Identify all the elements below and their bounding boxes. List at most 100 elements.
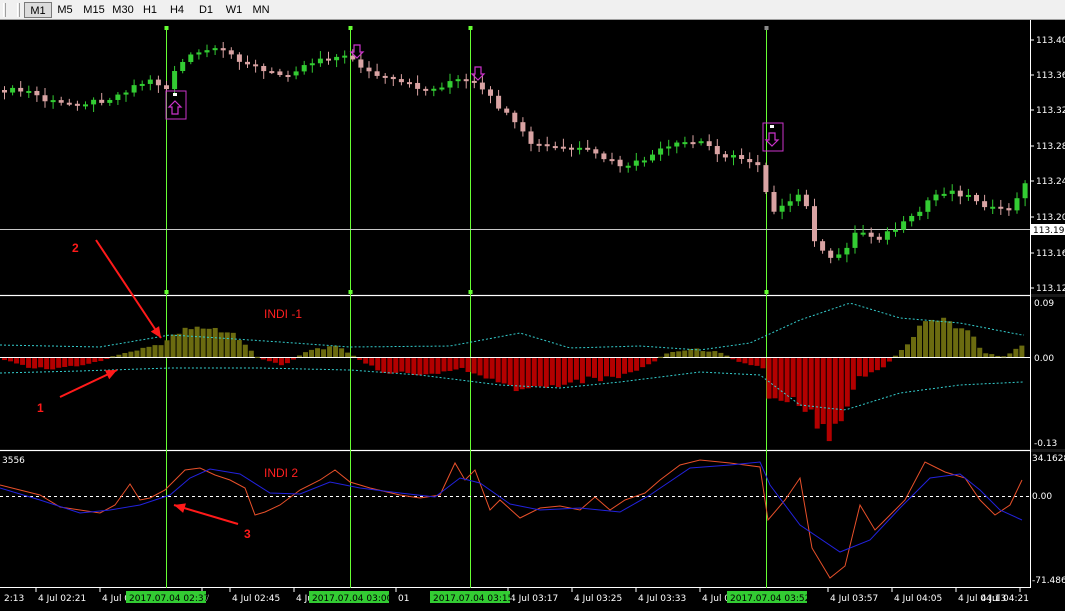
histogram-bar-negative [778,358,784,401]
candle-bear [374,71,380,76]
candle-bear [155,79,161,86]
toolbar-grip[interactable] [17,3,20,17]
time-label: 4 Jul 03:17 [510,594,558,604]
candle-bear [690,142,696,145]
tf-w1-button[interactable]: W1 [220,2,248,18]
candle-bull [884,231,890,240]
tf-d1-button[interactable]: D1 [192,2,220,18]
buy-signal-arrow-icon[interactable] [165,90,187,120]
candle-bull [447,81,453,88]
candle-bull [131,85,137,93]
toolbar-grip[interactable] [3,3,6,17]
histogram-bar-positive [200,328,206,357]
histogram-bar-positive [676,351,682,357]
candle-bull [293,71,299,76]
candle-bull [431,88,437,91]
histogram-bar-negative [784,358,790,403]
histogram-bar-positive [224,332,230,357]
histogram-bar-positive [212,327,218,357]
candle-bear [34,90,40,96]
candle-bear [609,159,615,162]
candle-bear [601,153,607,160]
histogram-bar-negative [772,358,778,399]
candle-bear [569,147,574,150]
candle-bear [366,67,372,72]
histogram-bar-negative [886,358,892,362]
histogram-bar-positive [947,321,953,357]
histogram-bar-negative [796,358,802,406]
histogram-bar-positive [718,352,724,357]
tf-h4-button[interactable]: H4 [163,2,191,18]
chart-area[interactable]: INDI -1 INDI 2 113.40113.36113.32113.281… [0,20,1065,611]
histogram-bar-positive [688,348,694,357]
tf-m15-button[interactable]: M15 [79,2,109,18]
candle-bear [755,162,761,166]
indi2-axis-label: -71.4867 [1032,576,1065,586]
histogram-bar-negative [591,358,597,378]
candle-bear [423,88,429,91]
histogram-bar-negative [411,358,417,375]
histogram-bar-negative [742,358,748,364]
candle-bear [739,155,745,159]
time-label: 01 [398,594,409,604]
candle-bull [941,193,947,196]
histogram-bar-negative [597,358,603,382]
candle-bull [115,94,121,100]
candle-bear [876,236,882,240]
histogram-bar-negative [32,358,38,369]
candle-bull [147,79,153,84]
candle-bear [99,99,105,103]
histogram-bar-positive [977,347,983,357]
signal-line-marker [468,26,473,30]
candle-bull [1014,198,1020,211]
candle-bear [18,87,24,92]
candle-bear [544,144,550,147]
tf-m30-button[interactable]: M30 [108,2,138,18]
tf-h1-button[interactable]: H1 [136,2,164,18]
tf-m1-button[interactable]: M1 [24,2,52,18]
histogram-bar-positive [296,355,302,357]
histogram-bar-positive [959,328,965,357]
candle-bull [666,146,672,149]
time-label: 4 Jul 04:21 [981,594,1029,604]
histogram-bar-negative [20,358,26,365]
histogram-bar-negative [640,358,646,368]
indi2-slow-line [0,461,1023,553]
candle-bear [220,48,226,51]
candle-bull [731,155,736,158]
histogram-bar-positive [170,334,176,357]
histogram-bar-positive [682,350,688,357]
histogram-bar-negative [862,358,868,377]
candle-bull [844,247,850,255]
histogram-bar-negative [357,358,363,360]
histogram-bar-negative [549,358,555,386]
candle-bull [633,160,639,166]
candle-bear [42,95,48,102]
histogram-bar-negative [555,358,561,388]
candle-bear [415,82,421,89]
time-highlight-label: 2017.07.04 03:52 [730,594,810,604]
candle-bear [552,146,558,149]
histogram-bar-negative [567,358,573,383]
time-highlight-label: 2017.07.04 03:00 [312,594,393,604]
arrowhead-icon [174,503,186,513]
candle-bear [245,61,250,65]
axes: 113.40 113.36 113.32 113.28 113.24 113.20 113.… [2,36,1065,604]
tf-mn-button[interactable]: MN [247,2,275,18]
candle-bear [236,54,242,62]
candle-bull [909,215,915,222]
up-arrow-icon [167,100,183,115]
histogram-bar-negative [399,358,405,372]
tf-m5-button[interactable]: M5 [51,2,79,18]
candle-bull [196,52,202,55]
histogram-bar-positive [152,345,158,357]
histogram-bar-positive [339,348,345,357]
histogram-bar-positive [935,320,941,357]
annotation-label: 3 [244,527,251,541]
histogram-bar-negative [579,358,585,384]
histogram-bar-positive [898,349,904,357]
histogram-bar-positive [345,352,351,357]
histogram-bar-positive [194,326,200,357]
histogram-bar-negative [98,358,104,362]
candle-bear [228,50,234,55]
